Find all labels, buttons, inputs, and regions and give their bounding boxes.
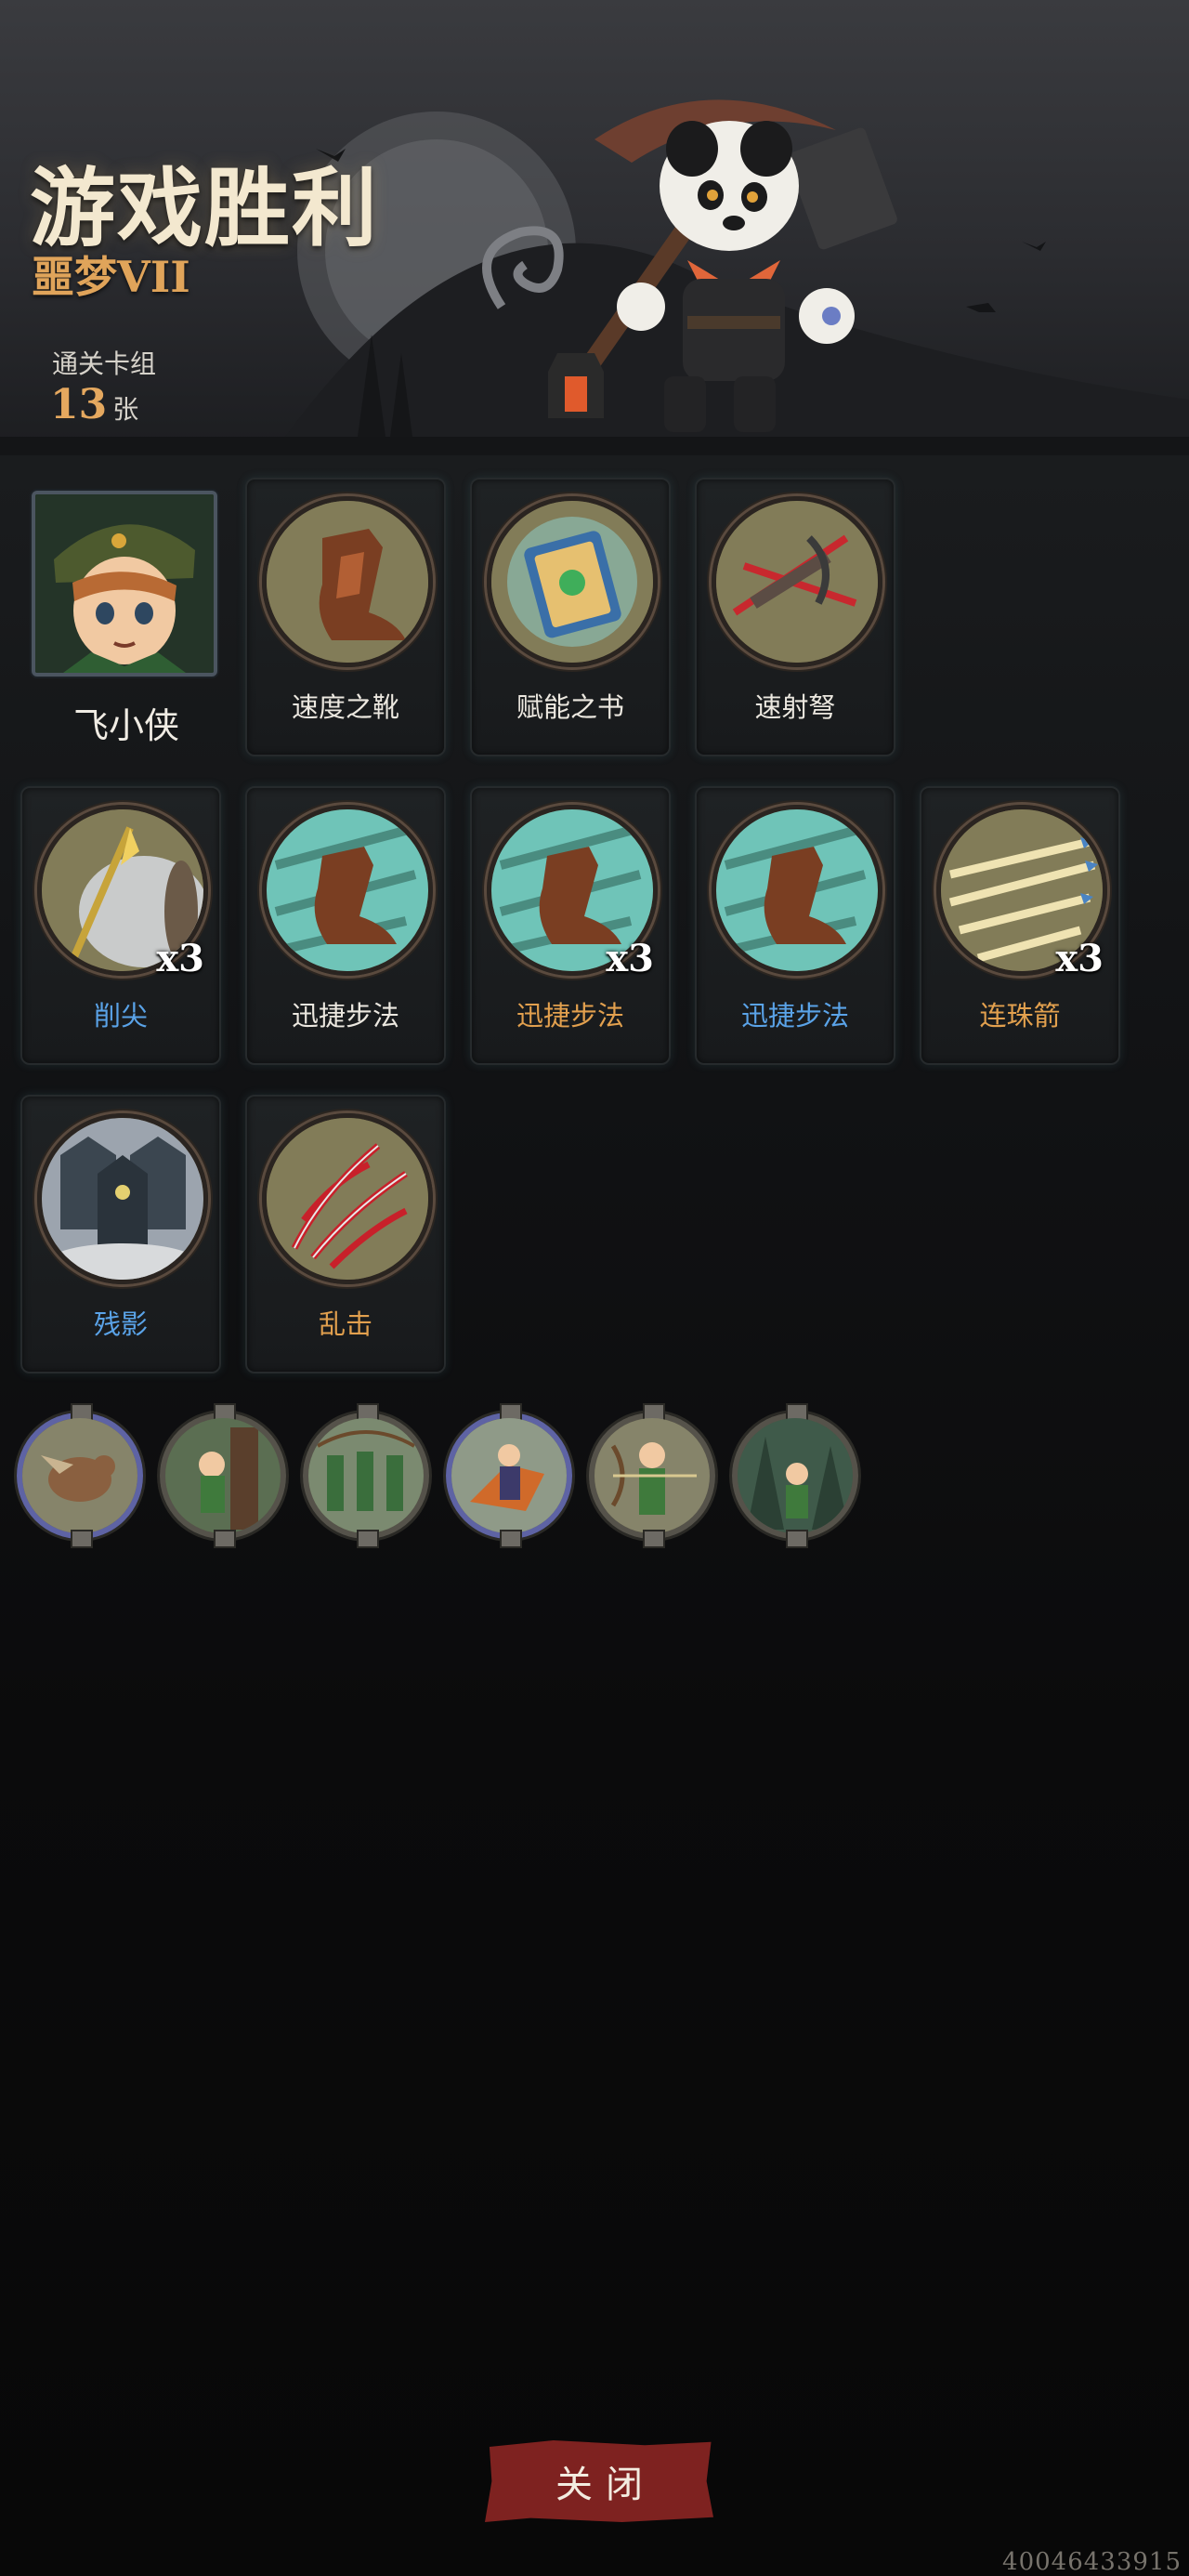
card[interactable]: x3 连珠箭: [920, 786, 1120, 1065]
fox-relic-icon-art: [451, 1418, 567, 1533]
relic-clasp: [500, 1530, 522, 1548]
archer-squad-relic-icon[interactable]: [303, 1403, 429, 1548]
game-id: 40046433915: [1002, 2548, 1182, 2576]
card[interactable]: x3 迅捷步法: [470, 786, 671, 1065]
archer-squad-relic-icon-art: [308, 1418, 424, 1533]
afterimage-icon-art: [42, 1118, 203, 1280]
forest-scout-relic-icon[interactable]: [732, 1403, 858, 1548]
swift-step-icon-art: [267, 809, 428, 971]
hero-name: 飞小侠: [72, 705, 179, 746]
card[interactable]: 赋能之书: [470, 478, 671, 756]
crossbow-icon: [712, 496, 882, 667]
swift-step-icon: [262, 805, 433, 976]
forest-archer-relic-icon[interactable]: [160, 1403, 286, 1548]
card-label: 赋能之书: [516, 691, 624, 723]
hero-portrait-icon: [35, 494, 214, 673]
relic-clasp: [643, 1530, 665, 1548]
card-label: 残影: [93, 1308, 148, 1340]
book-icon-art: [491, 501, 653, 663]
deck-count-number: 13: [50, 381, 108, 428]
card-label: 连珠箭: [979, 1000, 1061, 1032]
aiming-archer-relic-icon-art: [594, 1418, 710, 1533]
deck-count-unit: 张: [112, 394, 139, 425]
card-label: 迅捷步法: [516, 1000, 624, 1032]
deck-label: 通关卡组: [52, 348, 157, 379]
swift-step-icon-art: [716, 809, 878, 971]
difficulty-level: 噩梦VII: [32, 252, 190, 302]
card[interactable]: 迅捷步法: [695, 786, 895, 1065]
aiming-archer-relic-icon[interactable]: [589, 1403, 715, 1548]
crossbow-icon-art: [716, 501, 878, 663]
card[interactable]: x3 削尖: [20, 786, 221, 1065]
bird-relic-icon[interactable]: [17, 1403, 143, 1548]
card[interactable]: 残影: [20, 1095, 221, 1373]
fox-relic-icon[interactable]: [446, 1403, 572, 1548]
card[interactable]: 乱击: [245, 1095, 446, 1373]
bird-relic-icon-art: [22, 1418, 137, 1533]
book-icon: [487, 496, 658, 667]
card-multiplier: x3: [156, 937, 204, 980]
card[interactable]: 迅捷步法: [245, 786, 446, 1065]
card-label: 削尖: [93, 1000, 148, 1032]
card-multiplier: x3: [1055, 937, 1104, 980]
relic-clasp: [214, 1530, 236, 1548]
card-label: 迅捷步法: [291, 1000, 399, 1032]
forest-archer-relic-icon-art: [165, 1418, 281, 1533]
forest-scout-relic-icon-art: [738, 1418, 853, 1533]
flurry-icon: [262, 1113, 433, 1284]
relic-clasp: [786, 1530, 808, 1548]
boot-icon-art: [267, 501, 428, 663]
card[interactable]: 速射弩: [695, 478, 895, 756]
swift-step-icon: [712, 805, 882, 976]
hero-card[interactable]: 飞小侠: [19, 491, 234, 769]
flurry-icon-art: [267, 1118, 428, 1280]
afterimage-icon: [37, 1113, 208, 1284]
boot-icon: [262, 496, 433, 667]
card-label: 速射弩: [754, 691, 836, 723]
relic-clasp: [71, 1530, 93, 1548]
deck-count: 13 张: [50, 381, 138, 428]
close-button[interactable]: 关闭: [485, 2440, 713, 2522]
card-label: 迅捷步法: [740, 1000, 849, 1032]
relic-clasp: [357, 1530, 379, 1548]
victory-banner: 游戏胜利 噩梦VII 通关卡组 13 张: [0, 0, 1189, 455]
card-label: 乱击: [318, 1308, 372, 1340]
card[interactable]: 速度之靴: [245, 478, 446, 756]
card-multiplier: x3: [606, 937, 654, 980]
card-label: 速度之靴: [291, 691, 399, 723]
deck-panel: 飞小侠 速度之靴 赋能之书 速射弩 x3 削尖 迅捷步法 x3 迅捷步法 迅捷步…: [0, 455, 1189, 2576]
hero-portrait: [32, 491, 217, 677]
